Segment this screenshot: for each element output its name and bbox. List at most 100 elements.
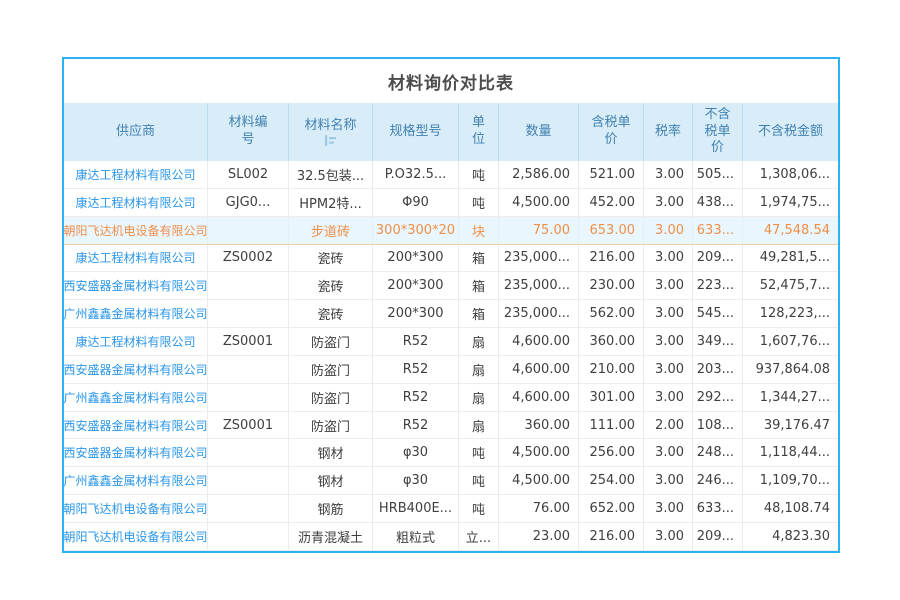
column-header-code: 材料编号: [207, 103, 288, 161]
supplier-link[interactable]: 朝阳飞达机电设备有限公司: [64, 528, 207, 545]
cell-qty: 4,500.00: [498, 467, 578, 494]
cell-value: 3.00: [655, 306, 684, 321]
supplier-link[interactable]: 广州鑫鑫金属材料有限公司: [64, 305, 207, 322]
cell-price_tax: 216.00: [578, 245, 643, 272]
supplier-link[interactable]: 朝阳飞达机电设备有限公司: [64, 222, 207, 239]
cell-value: 4,600.00: [512, 362, 570, 377]
cell-amount_ex: 47,548.54: [742, 217, 838, 244]
table-row[interactable]: 西安盛器金属材料有限公司钢材φ30吨4,500.00256.003.00248.…: [64, 439, 838, 467]
cell-value: 23.00: [533, 529, 570, 544]
cell-amount_ex: 39,176.47: [742, 412, 838, 439]
cell-price_tax: 653.00: [578, 217, 643, 244]
cell-rate: 3.00: [643, 467, 692, 494]
cell-value: 301.00: [590, 390, 636, 405]
table-row[interactable]: 朝阳飞达机电设备有限公司沥青混凝土粗粒式立...23.00216.003.002…: [64, 523, 838, 551]
cell-name: 瓷砖: [288, 245, 372, 272]
cell-value: 292...: [697, 390, 734, 405]
cell-value: 209...: [697, 529, 734, 544]
cell-value: 3.00: [655, 250, 684, 265]
cell-price_ex: 633...: [692, 495, 742, 522]
cell-qty: 235,000...: [498, 245, 578, 272]
cell-price_tax: 230.00: [578, 272, 643, 299]
cell-amount_ex: 4,823.30: [742, 523, 838, 550]
table-row[interactable]: 广州鑫鑫金属材料有限公司瓷砖200*300箱235,000...562.003.…: [64, 300, 838, 328]
supplier-link[interactable]: 康达工程材料有限公司: [75, 333, 195, 350]
supplier-link[interactable]: 广州鑫鑫金属材料有限公司: [64, 389, 207, 406]
supplier-link[interactable]: 西安盛器金属材料有限公司: [64, 417, 207, 434]
cell-name: HPM2特...: [288, 189, 372, 216]
cell-qty: 4,600.00: [498, 356, 578, 383]
table-row[interactable]: 康达工程材料有限公司ZS0001防盗门R52扇4,600.00360.003.0…: [64, 328, 838, 356]
cell-value: 箱: [472, 248, 485, 267]
table-row[interactable]: 朝阳飞达机电设备有限公司步道砖300*300*20块75.00653.003.0…: [64, 217, 838, 245]
cell-value: 1,308,06...: [760, 167, 830, 182]
sort-icon[interactable]: [324, 135, 337, 146]
table-row[interactable]: 康达工程材料有限公司ZS0002瓷砖200*300箱235,000...216.…: [64, 245, 838, 273]
cell-value: 1,607,76...: [760, 334, 830, 349]
supplier-link[interactable]: 康达工程材料有限公司: [75, 249, 195, 266]
column-header-unit: 单位: [458, 103, 498, 161]
cell-name: 瓷砖: [288, 272, 372, 299]
cell-value: 200*300: [387, 306, 443, 321]
cell-value: 扇: [472, 360, 485, 379]
cell-name: 32.5包装...: [288, 161, 372, 188]
supplier-link[interactable]: 西安盛器金属材料有限公司: [64, 361, 207, 378]
cell-rate: 3.00: [643, 328, 692, 355]
supplier-link[interactable]: 西安盛器金属材料有限公司: [64, 277, 207, 294]
table-row[interactable]: 广州鑫鑫金属材料有限公司防盗门R52扇4,600.00301.003.00292…: [64, 384, 838, 412]
cell-unit: 箱: [458, 272, 498, 299]
table-row[interactable]: 康达工程材料有限公司GJG0...HPM2特...Φ90吨4,500.00452…: [64, 189, 838, 217]
cell-value: 256.00: [590, 445, 636, 460]
cell-unit: 扇: [458, 384, 498, 411]
cell-value: ZS0002: [223, 250, 273, 265]
cell-value: 1,344,27...: [760, 390, 830, 405]
cell-value: 吨: [472, 193, 485, 212]
cell-code: ZS0002: [207, 245, 288, 272]
supplier-link[interactable]: 广州鑫鑫金属材料有限公司: [64, 472, 207, 489]
cell-unit: 箱: [458, 245, 498, 272]
cell-value: 3.00: [655, 473, 684, 488]
cell-unit: 吨: [458, 161, 498, 188]
column-header-label: 数量: [525, 124, 551, 141]
cell-amount_ex: 52,475,7...: [742, 272, 838, 299]
cell-value: 3.00: [655, 334, 684, 349]
cell-value: 128,223,...: [760, 306, 830, 321]
cell-value: 钢材: [317, 443, 343, 462]
cell-qty: 235,000...: [498, 272, 578, 299]
cell-value: 32.5包装...: [297, 165, 364, 184]
table-row[interactable]: 西安盛器金属材料有限公司瓷砖200*300箱235,000...230.003.…: [64, 272, 838, 300]
table-row[interactable]: 广州鑫鑫金属材料有限公司钢材φ30吨4,500.00254.003.00246.…: [64, 467, 838, 495]
cell-amount_ex: 128,223,...: [742, 300, 838, 327]
cell-value: 3.00: [655, 167, 684, 182]
supplier-link[interactable]: 康达工程材料有限公司: [75, 194, 195, 211]
table-row[interactable]: 康达工程材料有限公司SL00232.5包装...P.O32.5...吨2,586…: [64, 161, 838, 189]
cell-value: 块: [472, 221, 485, 240]
cell-value: 52,475,7...: [760, 278, 830, 293]
cell-value: 452.00: [590, 195, 636, 210]
column-header-name: 材料名称: [288, 103, 372, 161]
cell-price_ex: 248...: [692, 439, 742, 466]
cell-supplier: 康达工程材料有限公司: [64, 245, 207, 272]
cell-spec: 200*300: [372, 300, 458, 327]
table-row[interactable]: 西安盛器金属材料有限公司防盗门R52扇4,600.00210.003.00203…: [64, 356, 838, 384]
cell-spec: φ30: [372, 439, 458, 466]
cell-amount_ex: 1,344,27...: [742, 384, 838, 411]
cell-spec: Φ90: [372, 189, 458, 216]
cell-value: 300*300*20: [376, 223, 455, 238]
supplier-link[interactable]: 朝阳飞达机电设备有限公司: [64, 500, 207, 517]
supplier-link[interactable]: 康达工程材料有限公司: [75, 166, 195, 183]
cell-spec: 200*300: [372, 272, 458, 299]
cell-code: [207, 495, 288, 522]
column-header-label: 供应商: [116, 124, 155, 141]
cell-spec: R52: [372, 412, 458, 439]
cell-code: [207, 272, 288, 299]
cell-value: 210.00: [590, 362, 636, 377]
cell-supplier: 西安盛器金属材料有限公司: [64, 356, 207, 383]
table-row[interactable]: 朝阳飞达机电设备有限公司钢筋HRB400E...吨76.00652.003.00…: [64, 495, 838, 523]
cell-value: 2.00: [655, 418, 684, 433]
cell-unit: 块: [458, 217, 498, 244]
table-row[interactable]: 西安盛器金属材料有限公司ZS0001防盗门R52扇360.00111.002.0…: [64, 412, 838, 440]
column-header-label: 不含税单价: [704, 107, 731, 158]
supplier-link[interactable]: 西安盛器金属材料有限公司: [64, 444, 207, 461]
cell-unit: 箱: [458, 300, 498, 327]
